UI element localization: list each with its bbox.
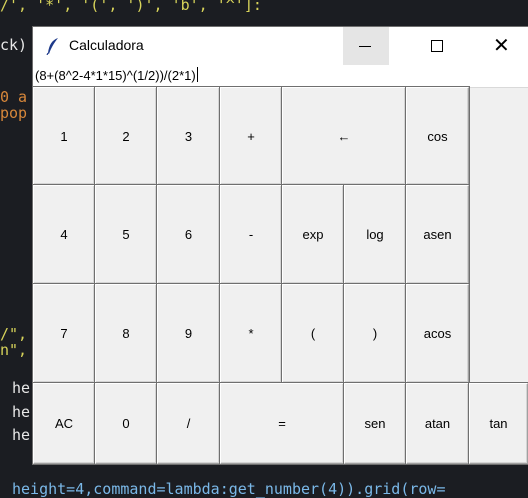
editor-line: he (12, 403, 31, 421)
window-title: Calculadora (69, 37, 144, 53)
key-atan[interactable]: atan (405, 382, 470, 465)
feather-icon (46, 38, 58, 55)
editor-line: he (12, 379, 31, 397)
calculator-window: Calculadora ✕ (8+(8^2-4*1*15)^(1/2))/(2*… (32, 27, 528, 465)
editor-line: ck) (0, 36, 28, 54)
maximize-button[interactable] (413, 27, 459, 65)
key-sen[interactable]: sen (343, 382, 407, 465)
key-3[interactable]: 3 (156, 86, 221, 186)
editor-line: he (12, 426, 31, 444)
editor-line: /', '*', '(', ')', 'b', '^']: (0, 0, 262, 14)
key-log[interactable]: log (343, 184, 407, 285)
key-8[interactable]: 8 (94, 283, 158, 384)
editor-line: n", (0, 341, 28, 359)
key-acos[interactable]: acos (405, 283, 470, 384)
key-7[interactable]: 7 (32, 283, 96, 384)
key-2[interactable]: 2 (94, 86, 158, 186)
key-asen[interactable]: asen (405, 184, 470, 285)
key-6[interactable]: 6 (156, 184, 221, 285)
key-1[interactable]: 1 (32, 86, 96, 186)
minimize-icon (359, 46, 371, 47)
key-close-paren[interactable]: ) (343, 283, 407, 384)
key-plus[interactable]: + (219, 86, 283, 186)
expression-value: (8+(8^2-4*1*15)^(1/2))/(2*1) (35, 68, 196, 83)
key-9[interactable]: 9 (156, 283, 221, 384)
key-backspace[interactable]: ← (281, 86, 407, 186)
key-clear[interactable]: AC (32, 382, 96, 465)
maximize-icon (431, 40, 443, 52)
key-divide[interactable]: / (156, 382, 221, 465)
key-4[interactable]: 4 (32, 184, 96, 285)
editor-line: height=4,command=lambda:get_number(4)).g… (12, 480, 446, 498)
close-icon: ✕ (493, 33, 510, 57)
expression-input[interactable]: (8+(8^2-4*1*15)^(1/2))/(2*1) (33, 65, 528, 88)
key-open-paren[interactable]: ( (281, 283, 345, 384)
key-multiply[interactable]: * (219, 283, 283, 384)
editor-line: pop (0, 104, 28, 122)
key-equals[interactable]: = (219, 382, 345, 465)
key-0[interactable]: 0 (94, 382, 158, 465)
close-button[interactable]: ✕ (477, 27, 523, 65)
key-cos[interactable]: cos (405, 86, 470, 186)
minimize-button[interactable] (343, 27, 389, 65)
key-tan[interactable]: tan (468, 382, 528, 465)
title-bar[interactable]: Calculadora ✕ (33, 27, 528, 65)
key-exp[interactable]: exp (281, 184, 345, 285)
text-caret (196, 67, 198, 82)
key-5[interactable]: 5 (94, 184, 158, 285)
expression-text: (8+(8^2-4*1*15)^(1/2))/(2*1) (35, 67, 198, 83)
key-minus[interactable]: - (219, 184, 283, 285)
